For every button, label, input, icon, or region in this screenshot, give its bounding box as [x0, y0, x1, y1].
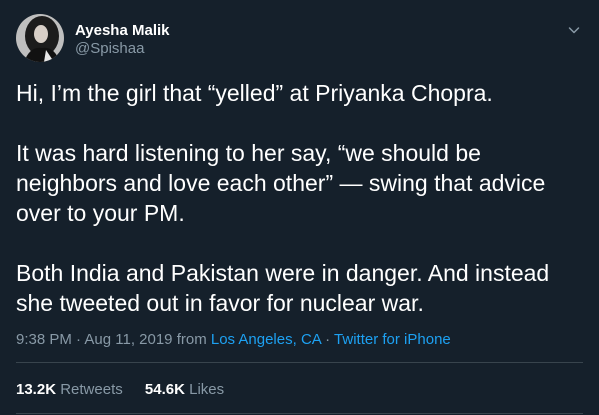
tweet-metadata: 9:38 PM · Aug 11, 2019 from Los Angeles,…: [16, 331, 451, 349]
author-handle[interactable]: @Spishaa: [75, 40, 144, 58]
retweets-count: 13.2K: [16, 381, 57, 398]
likes-label: Likes: [189, 381, 225, 398]
tweet-paragraph: Hi, I’m the girl that “yelled” at Priyan…: [16, 80, 493, 106]
tweet-card: Ayesha Malik @Spishaa Hi, I’m the girl t…: [0, 0, 599, 415]
likes-stat[interactable]: 54.6K Likes: [145, 381, 224, 399]
meta-separator: ·: [325, 331, 331, 348]
source-link[interactable]: Twitter for iPhone: [334, 331, 451, 348]
retweets-label: Retweets: [60, 381, 123, 398]
meta-separator: ·: [76, 331, 82, 348]
from-label: from: [176, 331, 207, 348]
divider: [16, 413, 583, 414]
chevron-down-icon[interactable]: [566, 22, 582, 38]
retweets-stat[interactable]: 13.2K Retweets: [16, 381, 123, 399]
tweet-date[interactable]: Aug 11, 2019: [84, 331, 172, 348]
tweet-paragraph: It was hard listening to her say, “we sh…: [16, 140, 546, 226]
tweet-paragraph: Both India and Pakistan were in danger. …: [16, 260, 550, 316]
avatar[interactable]: [16, 14, 64, 62]
avatar-photo: [16, 14, 64, 62]
engagement-stats: 13.2K Retweets 54.6K Likes: [16, 381, 224, 399]
tweet-text: Hi, I’m the girl that “yelled” at Priyan…: [16, 78, 586, 318]
divider: [16, 362, 583, 363]
author-name[interactable]: Ayesha Malik: [75, 22, 170, 40]
location-link[interactable]: Los Angeles, CA: [211, 331, 321, 348]
tweet-time[interactable]: 9:38 PM: [16, 331, 72, 348]
likes-count: 54.6K: [144, 381, 185, 398]
